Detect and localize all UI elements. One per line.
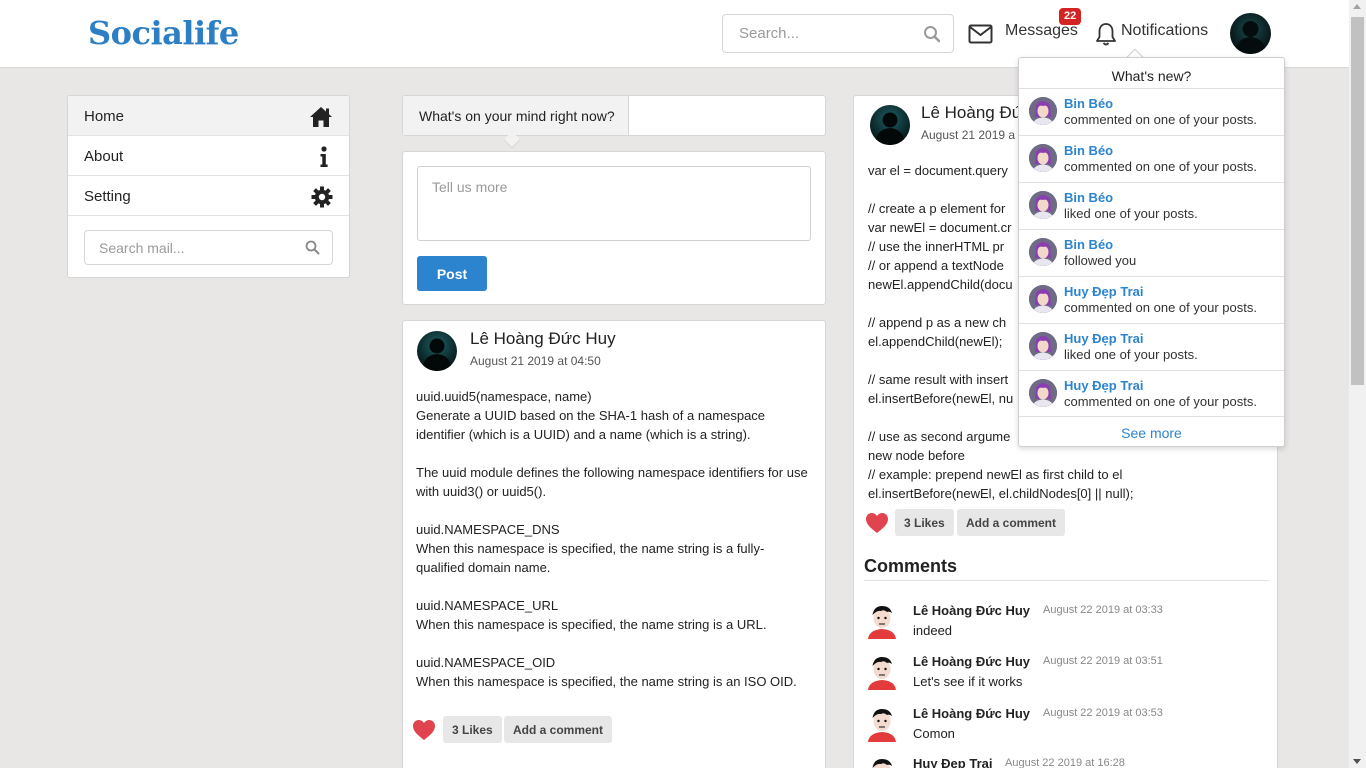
scroll-down-icon[interactable] [1353, 759, 1361, 764]
messages-count-badge: 22 [1059, 8, 1082, 25]
commenter-name[interactable]: Lê Hoàng Đức Huy [913, 706, 1030, 721]
notification-text: commented on one of your posts. [1064, 112, 1257, 127]
notification-text: commented on one of your posts. [1064, 159, 1257, 174]
notifications-title: What's new? [1111, 68, 1192, 84]
tab-status[interactable]: What's on your mind right now? [403, 96, 629, 135]
search-icon[interactable] [305, 240, 320, 260]
post-date: August 21 2019 at 04:50 [470, 354, 601, 368]
sidebar-item-label: About [84, 148, 124, 165]
notifier-name[interactable]: Bin Béo [1064, 143, 1113, 158]
comment-date: August 22 2019 at 03:53 [1043, 707, 1163, 719]
notification-item[interactable]: Bin Béo liked one of your posts. [1019, 182, 1284, 229]
sidebar: Home About Setting [67, 95, 350, 278]
home-icon [309, 106, 333, 132]
header-search [722, 14, 954, 53]
see-more-link[interactable]: See more [1019, 416, 1284, 446]
comment-date: August 22 2019 at 16:28 [1005, 757, 1125, 768]
comment-date: August 22 2019 at 03:33 [1043, 604, 1163, 616]
notification-text: liked one of your posts. [1064, 206, 1198, 221]
author-avatar[interactable] [417, 331, 457, 371]
mail-search-input[interactable] [85, 231, 285, 264]
notification-text: commented on one of your posts. [1064, 394, 1257, 409]
notification-item[interactable]: Huy Đẹp Trai commented on one of your pos… [1019, 370, 1284, 417]
commenter-name[interactable]: Lê Hoàng Đức Huy [913, 654, 1030, 669]
sidebar-item-label: Home [84, 108, 125, 125]
add-comment-button[interactable]: Add a comment [957, 509, 1066, 536]
sidebar-item-label: Setting [84, 188, 131, 205]
commenter-avatar[interactable] [864, 654, 900, 690]
notification-item[interactable]: Bin Béo commented on one of your posts. [1019, 135, 1284, 182]
notifier-avatar[interactable] [1029, 144, 1057, 172]
comment-text: indeed [913, 623, 953, 638]
mail-search [84, 230, 333, 265]
envelope-icon[interactable] [968, 24, 993, 49]
author-avatar[interactable] [870, 105, 910, 145]
post-author[interactable]: Lê Hoàng Đức Huy [470, 329, 616, 349]
notifications-dropdown: What's new? Bin Béo commented on one of y… [1018, 57, 1285, 447]
search-icon[interactable] [923, 25, 941, 48]
sidebar-item-setting[interactable]: Setting [68, 176, 349, 216]
comments-heading: Comments [864, 556, 958, 576]
divider [864, 580, 1269, 581]
notification-item[interactable]: Bin Béo followed you [1019, 229, 1284, 276]
page-scrollbar[interactable] [1349, 0, 1366, 768]
likes-count[interactable]: 3 Likes [895, 509, 954, 536]
scroll-up-icon[interactable] [1353, 4, 1361, 9]
gear-icon [311, 186, 333, 212]
notifications-link[interactable]: Notifications [1121, 22, 1208, 40]
notifier-avatar[interactable] [1029, 379, 1057, 407]
comment-text: Let's see if it works [913, 674, 1023, 689]
post-composer: Post [402, 151, 826, 305]
notifier-avatar[interactable] [1029, 191, 1057, 219]
sidebar-item-about[interactable]: About [68, 136, 349, 176]
info-icon [319, 146, 329, 172]
commenter-avatar[interactable] [864, 706, 900, 742]
notification-item[interactable]: Huy Đẹp Trai commented on one of your pos… [1019, 276, 1284, 323]
post-card: Lê Hoàng Đức Huy August 21 2019 at 04:50… [402, 320, 826, 768]
commenter-name[interactable]: Huy Đẹp Trai [913, 756, 992, 768]
post-text: uuid.uuid5(namespace, name) Generate a U… [416, 389, 808, 689]
sidebar-item-home[interactable]: Home [68, 96, 349, 136]
notifier-avatar[interactable] [1029, 238, 1057, 266]
commenter-name[interactable]: Lê Hoàng Đức Huy [913, 603, 1030, 618]
notification-text: followed you [1064, 253, 1137, 268]
search-input[interactable] [723, 15, 903, 52]
notifier-avatar[interactable] [1029, 285, 1057, 313]
user-avatar[interactable] [1230, 13, 1271, 54]
notification-item[interactable]: Huy Đẹp Trai liked one of your posts. [1019, 323, 1284, 370]
notifier-name[interactable]: Bin Béo [1064, 96, 1113, 111]
heart-icon[interactable] [412, 719, 436, 746]
commenter-avatar[interactable] [864, 603, 900, 639]
comment-text: Comon [913, 726, 955, 741]
logo[interactable]: Socialife [88, 14, 239, 52]
notification-text: commented on one of your posts. [1064, 300, 1257, 315]
comment-date: August 22 2019 at 03:51 [1043, 655, 1163, 667]
commenter-avatar[interactable] [864, 756, 900, 768]
notifier-name[interactable]: Huy Đẹp Trai [1064, 331, 1143, 346]
post-author[interactable]: Lê Hoàng Đứ [921, 103, 1023, 123]
notifier-name[interactable]: Bin Béo [1064, 190, 1113, 205]
notifier-avatar[interactable] [1029, 97, 1057, 125]
likes-count[interactable]: 3 Likes [443, 716, 502, 743]
composer-tabs: What's on your mind right now? [402, 95, 826, 136]
scrollbar-thumb[interactable] [1351, 17, 1364, 385]
post-textarea[interactable] [417, 166, 811, 241]
notifier-name[interactable]: Bin Béo [1064, 237, 1113, 252]
notifier-avatar[interactable] [1029, 332, 1057, 360]
notification-text: liked one of your posts. [1064, 347, 1198, 362]
bell-icon[interactable] [1095, 22, 1117, 52]
post-button[interactable]: Post [417, 256, 487, 291]
add-comment-button[interactable]: Add a comment [504, 716, 613, 743]
notifier-name[interactable]: Huy Đẹp Trai [1064, 284, 1143, 299]
heart-icon[interactable] [865, 512, 889, 539]
notifier-name[interactable]: Huy Đẹp Trai [1064, 378, 1143, 393]
post-date: August 21 2019 a [921, 128, 1016, 142]
notification-item[interactable]: Bin Béo commented on one of your posts. [1019, 88, 1284, 135]
post-body: uuid.uuid5(namespace, name) Generate a U… [416, 387, 811, 691]
